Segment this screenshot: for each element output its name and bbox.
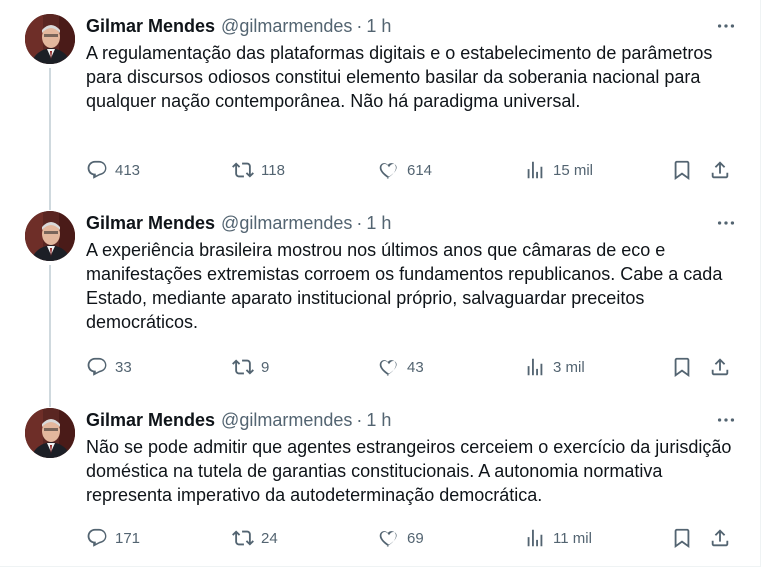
share-icon (711, 529, 729, 547)
avatar-image (25, 211, 75, 261)
separator: · (356, 212, 363, 233)
views-icon (527, 161, 543, 179)
views-button[interactable]: 15 mil (524, 156, 593, 184)
repost-button[interactable]: 24 (232, 524, 278, 552)
avatar[interactable] (25, 211, 75, 261)
reply-count: 33 (115, 358, 132, 376)
reply-icon (87, 160, 107, 179)
reply-count: 171 (115, 529, 141, 547)
like-button[interactable]: 614 (378, 156, 432, 184)
views-button[interactable]: 3 mil (524, 353, 585, 381)
more-button[interactable] (712, 14, 740, 38)
author-name[interactable]: Gilmar Mendes (86, 410, 215, 431)
views-button[interactable]: 11 mil (524, 524, 592, 552)
share-button[interactable] (709, 353, 731, 381)
repost-count: 9 (261, 358, 270, 376)
tweet[interactable]: Gilmar Mendes @gilmarmendes · 1 h Não se… (0, 394, 760, 566)
like-count: 69 (407, 529, 424, 547)
views-count: 15 mil (553, 161, 594, 179)
author-handle[interactable]: @gilmarmendes (221, 16, 352, 37)
bookmark-icon (674, 160, 690, 181)
timestamp[interactable]: 1 h (366, 410, 391, 431)
thread-container: Gilmar Mendes @gilmarmendes · 1 h A regu… (0, 0, 761, 567)
bookmark-icon (674, 357, 690, 378)
tweet-header: Gilmar Mendes @gilmarmendes · 1 h (86, 14, 740, 38)
bookmark-button[interactable] (671, 353, 693, 381)
reply-button[interactable]: 33 (86, 353, 132, 381)
repost-icon (232, 530, 254, 546)
action-bar: 33 9 43 3 mil (86, 353, 736, 381)
tweet-text: A experiência brasileira mostrou nos últ… (86, 240, 723, 332)
avatar-image (25, 14, 75, 64)
repost-button[interactable]: 9 (232, 353, 269, 381)
tweet[interactable]: Gilmar Mendes @gilmarmendes · 1 h A regu… (0, 0, 760, 197)
views-icon (527, 358, 543, 376)
like-icon (379, 163, 397, 179)
author-handle[interactable]: @gilmarmendes (221, 410, 352, 431)
repost-icon (232, 162, 254, 178)
views-icon (527, 529, 543, 547)
repost-button[interactable]: 118 (232, 156, 285, 184)
share-button[interactable] (709, 156, 731, 184)
repost-count: 24 (261, 529, 278, 547)
more-icon (717, 221, 735, 225)
like-button[interactable]: 43 (378, 353, 424, 381)
views-count: 3 mil (553, 358, 585, 376)
more-button[interactable] (712, 211, 740, 235)
bookmark-button[interactable] (671, 524, 693, 552)
repost-icon (232, 359, 254, 375)
tweet[interactable]: Gilmar Mendes @gilmarmendes · 1 h A expe… (0, 197, 760, 394)
like-icon (379, 531, 397, 547)
author-name[interactable]: Gilmar Mendes (86, 213, 215, 234)
reply-count: 413 (115, 161, 141, 179)
bookmark-button[interactable] (671, 156, 693, 184)
share-icon (711, 358, 729, 376)
author-handle[interactable]: @gilmarmendes (221, 213, 352, 234)
separator: · (356, 409, 363, 430)
tweet-header: Gilmar Mendes @gilmarmendes · 1 h (86, 408, 740, 432)
more-icon (717, 418, 735, 422)
like-icon (379, 360, 397, 376)
more-button[interactable] (712, 408, 740, 432)
reply-button[interactable]: 171 (86, 524, 140, 552)
reply-icon (87, 528, 107, 547)
bookmark-icon (674, 528, 690, 549)
views-count: 11 mil (553, 529, 592, 547)
avatar-image (25, 408, 75, 458)
avatar[interactable] (25, 408, 75, 458)
like-button[interactable]: 69 (378, 524, 424, 552)
like-count: 43 (407, 358, 424, 376)
reply-button[interactable]: 413 (86, 156, 140, 184)
tweet-text: Não se pode admitir que agentes estrange… (86, 437, 732, 505)
action-bar: 171 24 69 11 mil (86, 524, 736, 552)
avatar[interactable] (25, 14, 75, 64)
action-bar: 413 118 614 15 mil (86, 156, 736, 184)
separator: · (356, 15, 363, 36)
repost-count: 118 (261, 161, 285, 179)
timestamp[interactable]: 1 h (366, 213, 391, 234)
share-button[interactable] (709, 524, 731, 552)
reply-icon (87, 357, 107, 376)
tweet-text: A regulamentação das plataformas digitai… (86, 43, 713, 111)
share-icon (711, 161, 729, 179)
like-count: 614 (407, 161, 433, 179)
timestamp[interactable]: 1 h (366, 16, 391, 37)
more-icon (717, 24, 735, 28)
author-name[interactable]: Gilmar Mendes (86, 16, 215, 37)
tweet-header: Gilmar Mendes @gilmarmendes · 1 h (86, 211, 740, 235)
